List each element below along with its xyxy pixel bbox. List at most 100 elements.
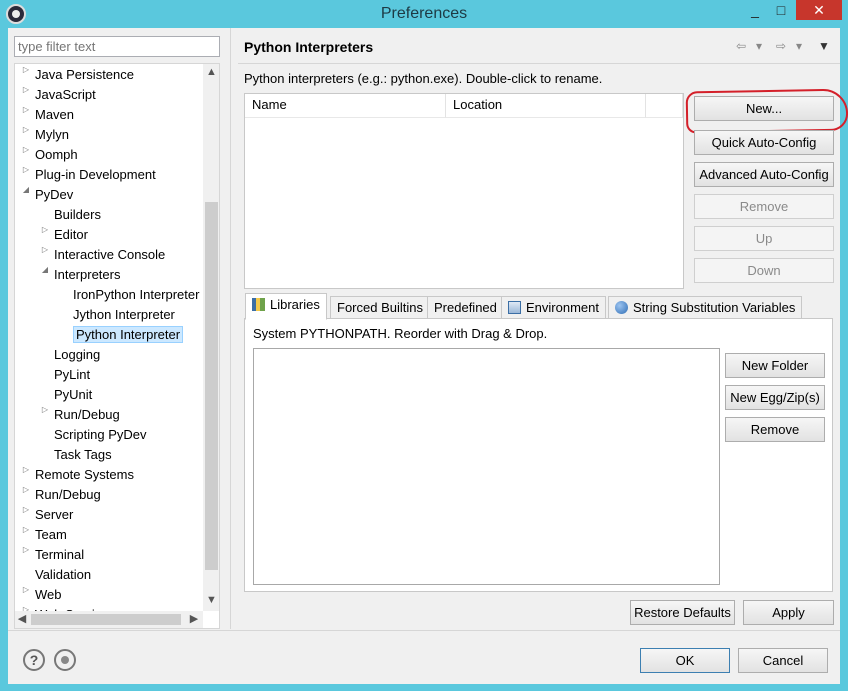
new-egg-zip-button[interactable]: New Egg/Zip(s) [725,385,825,410]
column-header-filler [646,94,683,118]
tree-item[interactable]: Validation [35,565,91,585]
tree-item[interactable]: PyUnit [54,385,92,405]
tree-expand-icon[interactable]: ▷ [21,505,31,525]
help-icon[interactable]: ? [23,649,45,671]
tree-horizontal-scrollbar[interactable]: ◀ ▶ [15,611,203,628]
tree-item[interactable]: Remote Systems [35,465,134,485]
pane-splitter[interactable] [230,28,231,629]
tree-expand-icon[interactable]: ▷ [40,245,50,265]
tab-libraries[interactable]: Libraries [245,293,327,320]
tree-item[interactable]: PyDev [35,185,73,205]
tree-expand-icon[interactable]: ▷ [21,65,31,85]
interpreters-description: Python interpreters (e.g.: python.exe). … [244,71,603,86]
down-button[interactable]: Down [694,258,834,283]
tree-item-label: Web [35,587,62,602]
quick-auto-config-button[interactable]: Quick Auto-Config [694,130,834,155]
tree-expand-icon[interactable]: ▷ [21,165,31,185]
tree-expand-icon[interactable]: ▷ [21,125,31,145]
tab-environment[interactable]: Environment [501,296,606,319]
tree-item[interactable]: Team [35,525,67,545]
tree-expand-icon[interactable]: ▷ [21,465,31,485]
new-folder-button[interactable]: New Folder [725,353,825,378]
scroll-right-icon[interactable]: ▶ [187,612,201,625]
tree-expand-icon[interactable]: ▷ [21,525,31,545]
tree-collapse-icon[interactable]: ◢ [40,265,50,285]
tree-item[interactable]: JavaScript [35,85,96,105]
remove-interpreter-button[interactable]: Remove [694,194,834,219]
tree-expand-icon[interactable]: ▷ [21,485,31,505]
column-header-name[interactable]: Name [245,94,446,118]
tree-item[interactable]: Run/Debug [54,405,120,425]
tree-item[interactable]: Task Tags [54,445,112,465]
tree-expand-icon[interactable]: ▷ [40,225,50,245]
tree-item[interactable]: PyLint [54,365,90,385]
minimize-button[interactable]: _ [742,0,768,20]
tree-item-label: Logging [54,347,101,362]
scroll-up-icon[interactable]: ▲ [203,66,219,78]
restore-defaults-button[interactable]: Restore Defaults [630,600,735,625]
preferences-dialog: Java Persistence ▷ JavaScript ▷ Maven ▷ Mylyn ▷… [8,28,848,684]
tree-vertical-scrollbar[interactable]: ▲ ▼ [203,64,219,611]
tab-forced-builtins[interactable]: Forced Builtins [330,296,430,319]
maximize-button[interactable]: □ [768,0,794,20]
apply-button[interactable]: Apply [743,600,834,625]
close-button[interactable]: ✕ [796,0,842,20]
tab-libraries-label: Libraries [270,297,320,312]
tree-expand-icon[interactable]: ▷ [21,585,31,605]
tree-item[interactable]: Terminal [35,545,84,565]
remove-library-button[interactable]: Remove [725,417,825,442]
title-bar: Preferences _ □ ✕ [0,0,848,28]
tree-item[interactable]: Interpreters [54,265,120,285]
tree-item[interactable]: Oomph [35,145,78,165]
cancel-button[interactable]: Cancel [738,648,828,673]
tree-expand-icon[interactable]: ▷ [21,105,31,125]
tab-predefined-label: Predefined [434,300,497,315]
tree-item[interactable]: Plug-in Development [35,165,156,185]
tree-item[interactable]: Server [35,505,73,525]
tree-item[interactable]: Java Persistence [35,65,134,85]
tree-expand-icon[interactable]: ▷ [21,545,31,565]
tree-item[interactable]: Logging [54,345,100,365]
tree-item-label: Mylyn [35,127,69,142]
tree-item[interactable]: IronPython Interpreter [73,285,199,305]
tree-item-label: Run/Debug [54,407,120,422]
record-macro-icon[interactable] [54,649,76,671]
tree-expand-icon[interactable]: ▷ [21,145,31,165]
forward-arrow-icon[interactable]: ⇨ [776,39,786,53]
view-menu-icon[interactable]: ▼ [818,39,830,53]
preferences-tree: Java Persistence ▷ JavaScript ▷ Maven ▷ Mylyn ▷… [14,63,220,629]
ok-button[interactable]: OK [640,648,730,673]
tree-item-label: Run/Debug [35,487,101,502]
tree-item[interactable]: Web [35,585,62,605]
tree-item-label: Maven [35,107,75,122]
back-menu-icon[interactable]: ▾ [756,39,762,53]
tree-item[interactable]: Jython Interpreter [73,305,175,325]
back-arrow-icon[interactable]: ⇦ [736,39,746,53]
tree-collapse-icon[interactable]: ◢ [21,185,31,205]
tree-expand-icon[interactable]: ▷ [21,85,31,105]
tab-string-substitution-variables[interactable]: String Substitution Variables [608,296,803,319]
tree-vertical-scroll-thumb[interactable] [205,202,218,570]
tree-item[interactable]: Editor [54,225,88,245]
forward-menu-icon[interactable]: ▾ [796,39,802,53]
tree-item[interactable]: Maven [35,105,74,125]
scroll-down-icon[interactable]: ▼ [203,594,219,606]
tree-expand-icon[interactable]: ▷ [40,405,50,425]
pythonpath-list[interactable] [253,348,720,585]
tree-item[interactable]: Interactive Console [54,245,165,265]
record-dot [61,656,69,664]
advanced-auto-config-button[interactable]: Advanced Auto-Config [694,162,834,187]
filter-input[interactable] [14,36,220,57]
tree-item[interactable]: Builders [54,205,101,225]
tree-item[interactable]: Scripting PyDev [54,425,146,445]
tree-horizontal-scroll-thumb[interactable] [31,614,181,625]
column-header-location[interactable]: Location [446,94,646,118]
scroll-left-icon[interactable]: ◀ [15,612,29,625]
tree-item[interactable]: Mylyn [35,125,69,145]
tree-item-label: Python Interpreter [73,326,184,343]
interpreters-table[interactable]: Name Location [244,93,684,289]
tree-item[interactable]: Python Interpreter [73,325,184,345]
tab-predefined[interactable]: Predefined [427,296,504,319]
tree-item[interactable]: Run/Debug [35,485,101,505]
up-button[interactable]: Up [694,226,834,251]
